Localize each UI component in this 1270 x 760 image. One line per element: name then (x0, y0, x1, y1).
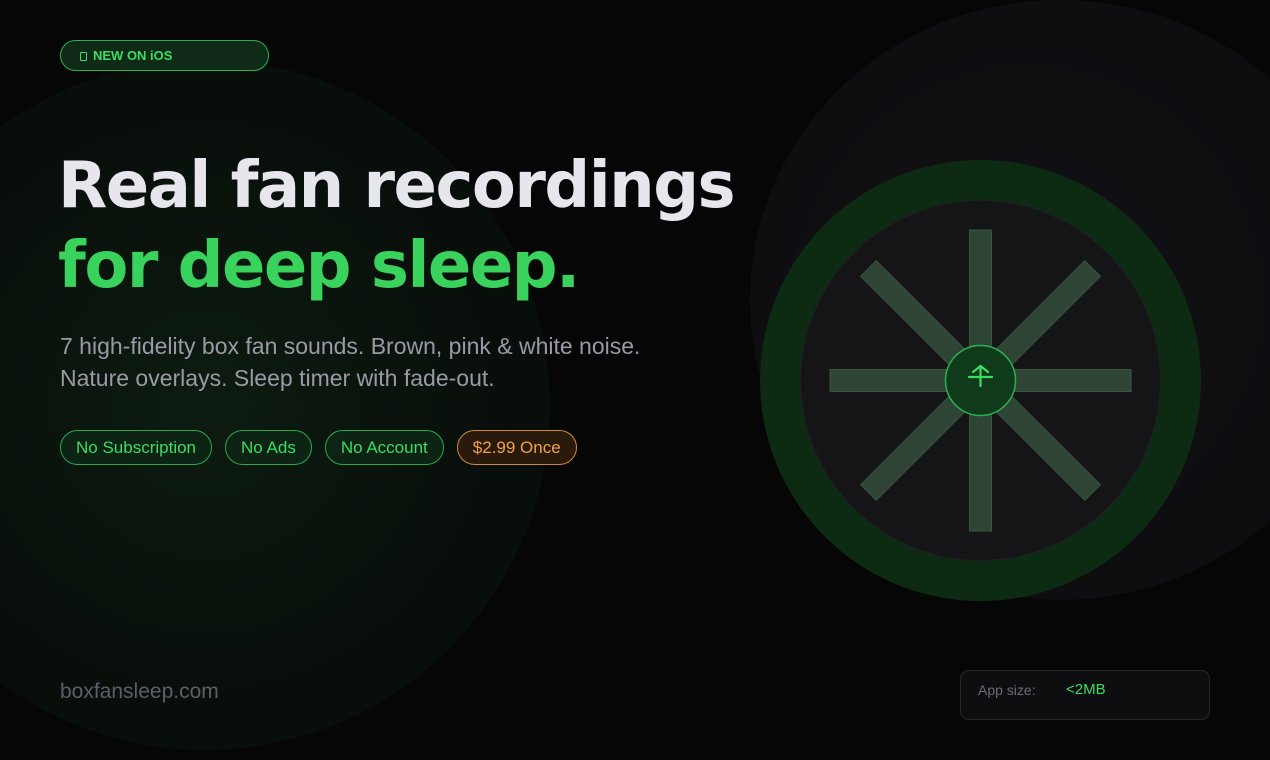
page-title: Real fan recordings for deep sleep. (58, 146, 736, 306)
app-size-value: <2MB (1066, 681, 1106, 698)
description-line-1: 7 high-fidelity box fan sounds. Brown, p… (60, 333, 641, 359)
website-url[interactable]: boxfansleep.com (60, 680, 219, 704)
new-on-ios-badge: NEW ON iOS (60, 40, 269, 71)
pill-no-ads: No Ads (225, 430, 312, 465)
app-size-card: App size: <2MB (960, 670, 1210, 720)
pill-price: $2.99 Once (456, 430, 577, 465)
headline-line-1: Real fan recordings (58, 149, 736, 223)
feature-pills: No Subscription No Ads No Account $2.99 … (60, 430, 577, 465)
fan-icon (760, 160, 1201, 601)
pill-no-subscription: No Subscription (60, 430, 213, 465)
headline-line-2: for deep sleep. (58, 229, 580, 303)
description-line-2: Nature overlays. Sleep timer with fade-o… (60, 365, 495, 391)
pill-no-account: No Account (324, 430, 444, 465)
badge-label: NEW ON iOS (93, 48, 173, 63)
phone-icon (80, 52, 87, 61)
app-size-label: App size: (978, 682, 1036, 698)
feature-description: 7 high-fidelity box fan sounds. Brown, p… (60, 330, 710, 394)
hero-page: NEW ON iOS Real fan recordings for deep … (0, 0, 1270, 760)
